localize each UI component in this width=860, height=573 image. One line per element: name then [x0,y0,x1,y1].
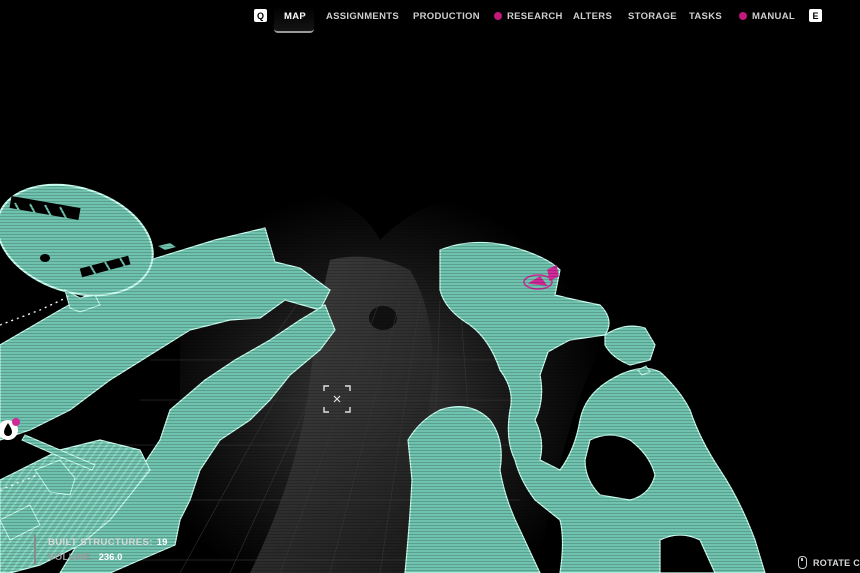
built-structures-label: BUILT STRUCTURES: [48,537,153,548]
volume-value: 236.0 [98,552,123,563]
badge-dot-icon [494,12,502,20]
built-structures-row: BUILT STRUCTURES: 19 [48,535,167,550]
map-view[interactable] [0,0,860,573]
tab-alters[interactable]: ALTERS [573,11,612,22]
tab-tasks[interactable]: TASKS [689,11,722,22]
crosshair-icon [323,385,351,413]
rotate-camera-label: ROTATE CA [813,557,860,568]
badge-dot-icon [739,12,747,20]
mouse-icon [798,556,807,569]
tab-storage[interactable]: STORAGE [628,11,677,22]
game-screen: Q MAP ASSIGNMENTS PRODUCTION RESEARCH AL… [0,0,860,573]
tab-manual[interactable]: MANUAL [739,11,795,22]
prev-tab-key[interactable]: Q [254,9,267,22]
water-drop-icon[interactable] [0,417,20,443]
volume-label: VOLUME: [48,552,95,563]
rotate-camera-hint: ROTATE CA [798,556,860,569]
tab-research[interactable]: RESEARCH [494,11,563,22]
next-tab-key[interactable]: E [809,9,822,22]
tab-production[interactable]: PRODUCTION [413,11,480,22]
built-structures-value: 19 [156,537,168,548]
tab-assignments[interactable]: ASSIGNMENTS [326,11,399,22]
top-navigation: Q MAP ASSIGNMENTS PRODUCTION RESEARCH AL… [0,0,860,34]
tab-map[interactable]: MAP [284,11,306,22]
volume-row: VOLUME: 236.0 [48,550,167,565]
stats-panel: BUILT STRUCTURES: 19 VOLUME: 236.0 [34,535,167,565]
